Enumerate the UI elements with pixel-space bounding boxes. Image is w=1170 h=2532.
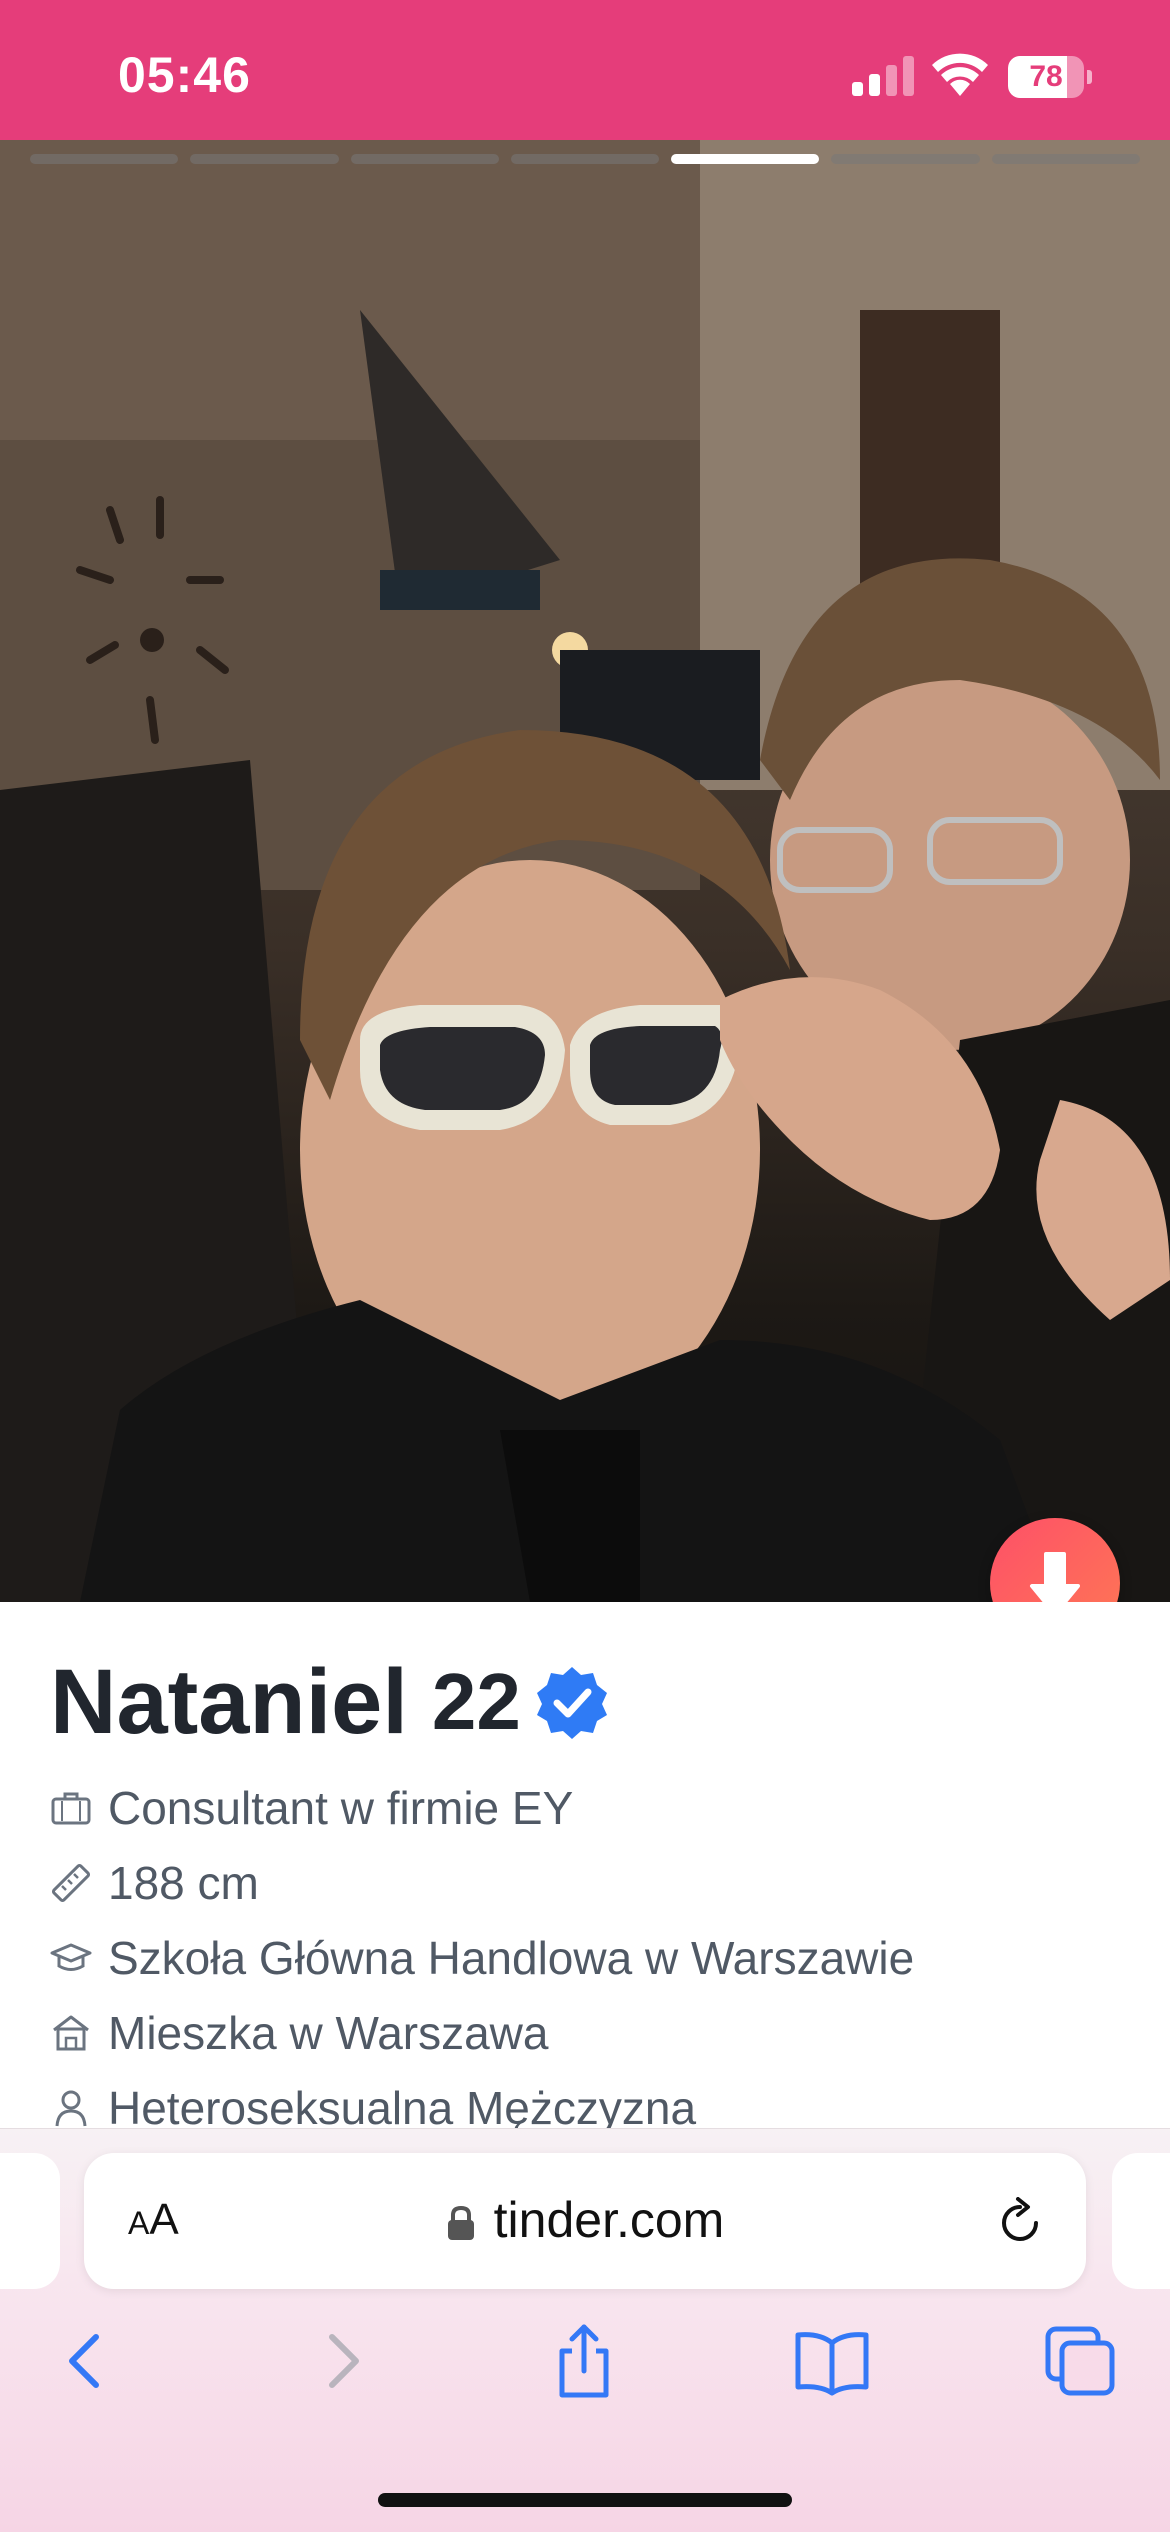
status-time: 05:46	[118, 47, 251, 103]
address-bar[interactable]: AA tinder.com	[84, 2153, 1086, 2289]
photo-indicator[interactable]	[350, 154, 499, 164]
detail-job: Consultant w firmie EY	[50, 1778, 573, 1838]
name-row: Nataniel 22	[50, 1650, 609, 1753]
photo-indicator[interactable]	[510, 154, 660, 164]
lock-icon	[447, 2205, 474, 2240]
photo-progress-bar	[30, 154, 1140, 166]
back-icon[interactable]	[48, 2321, 128, 2401]
detail-job-text: Consultant w firmie EY	[108, 1782, 574, 1834]
profile-age: 22	[431, 1657, 521, 1746]
profile-name: Nataniel	[50, 1650, 408, 1753]
home-icon	[53, 2015, 89, 2051]
home-indicator[interactable]	[378, 2493, 792, 2507]
detail-orientation-text: Heteroseksualna Mężczyzna	[108, 2082, 697, 2130]
photo-indicator-active[interactable]	[671, 154, 820, 164]
detail-orientation: Heteroseksualna Mężczyzna	[50, 2078, 696, 2130]
status-bar: 05:46 78	[0, 0, 1170, 140]
url-text: tinder.com	[493, 2192, 725, 2248]
battery-level: 78	[1029, 60, 1063, 93]
profile-photo[interactable]	[0, 140, 1170, 1602]
browser-toolbar: AA tinder.com	[0, 2128, 1170, 2532]
photo-indicator[interactable]	[991, 154, 1140, 164]
profile-info: Nataniel 22 Consultant w firmie EY 188 c…	[0, 1602, 1170, 2130]
verified-badge-icon[interactable]	[535, 1665, 609, 1739]
detail-school-text: Szkoła Główna Handlowa w Warszawie	[108, 1932, 915, 1984]
photo-illustration	[0, 140, 1170, 1602]
graduation-cap-icon	[50, 1943, 92, 1971]
previous-tab-preview[interactable]	[0, 2153, 60, 2289]
ruler-icon	[51, 1863, 91, 1903]
detail-location-text: Mieszka w Warszawa	[108, 2007, 549, 2059]
wifi-icon	[932, 53, 988, 96]
person-icon	[55, 2090, 87, 2127]
photo-indicator[interactable]	[831, 154, 980, 164]
share-icon[interactable]	[544, 2321, 624, 2401]
cellular-signal-icon	[852, 56, 914, 96]
tabs-icon[interactable]	[1040, 2321, 1120, 2401]
detail-location: Mieszka w Warszawa	[50, 2003, 548, 2063]
bookmarks-icon[interactable]	[792, 2321, 872, 2401]
next-tab-preview[interactable]	[1112, 2153, 1170, 2289]
forward-icon[interactable]	[300, 2321, 380, 2401]
briefcase-icon	[51, 1792, 91, 1825]
url-field[interactable]: tinder.com	[84, 2191, 1086, 2249]
reload-icon[interactable]	[994, 2197, 1046, 2249]
detail-height: 188 cm	[50, 1853, 259, 1913]
detail-school: Szkoła Główna Handlowa w Warszawie	[50, 1928, 914, 1988]
detail-height-text: 188 cm	[108, 1857, 259, 1909]
photo-indicator[interactable]	[30, 154, 179, 164]
photo-indicator[interactable]	[190, 154, 339, 164]
battery-icon: 78	[1008, 56, 1092, 98]
